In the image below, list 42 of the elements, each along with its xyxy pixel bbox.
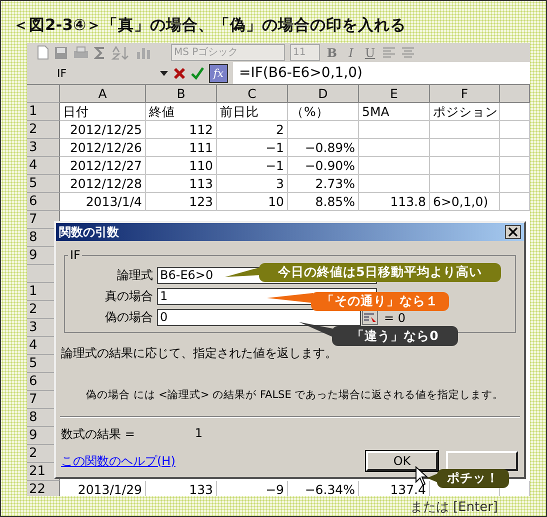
- table-cell: 111: [146, 139, 217, 157]
- table-cell: 2012/12/27: [60, 157, 146, 175]
- table-cell: 3: [217, 175, 288, 193]
- table-cell: −6.34%: [288, 481, 359, 496]
- table-cell: 2013/1/4: [60, 193, 146, 211]
- table-cell: −1: [217, 139, 288, 157]
- table-cell: 110: [146, 157, 217, 175]
- table-cell: 終値: [146, 103, 217, 121]
- field-result: = 0: [384, 310, 406, 324]
- table-cell: 5MA: [359, 103, 430, 121]
- table-cell: 2012/12/28: [60, 175, 146, 193]
- table-cell: 8.85%: [288, 193, 359, 211]
- table-cell: −0.89%: [288, 139, 359, 157]
- table-cell: 前日比: [217, 103, 288, 121]
- argument-description: 偽の場合 には <論理式> の結果が FALSE であった場合に返される値を指定します。: [86, 388, 505, 402]
- group-label: IF: [68, 248, 82, 262]
- table-cell: 日付: [60, 103, 146, 121]
- table-cell: 2013/1/29: [60, 481, 146, 496]
- function-description: 論理式の結果に応じて、指定された値を返します。: [61, 345, 338, 362]
- table-cell: 133: [146, 481, 217, 496]
- table-cell: 2.73%: [288, 175, 359, 193]
- field-label: 論理式: [116, 267, 154, 284]
- table-cell: 113: [146, 175, 217, 193]
- table-cell: ポジション: [430, 103, 500, 121]
- table-cell: 123: [146, 193, 217, 211]
- table-cell: 2012/12/25: [60, 121, 146, 139]
- table-cell: −9: [217, 481, 288, 496]
- table-cell: 112: [146, 121, 217, 139]
- field-label: 偽の場合: [104, 309, 154, 326]
- figure-title: ＜図2-3④＞「真」の場合、「偽」の場合の印を入れる: [12, 15, 408, 36]
- table-cell: −0.90%: [288, 157, 359, 175]
- table-cell: 2012/12/26: [60, 139, 146, 157]
- table-cell: （%）: [288, 103, 359, 121]
- table-cell: 10: [217, 193, 288, 211]
- table-cell: 6>0,1,0): [430, 193, 500, 211]
- result-value: 1: [194, 426, 203, 442]
- field-label: 真の場合: [104, 288, 154, 305]
- dialog-title: 関数の引数: [59, 224, 119, 240]
- result-label: 数式の結果 =: [61, 426, 135, 443]
- table-cell: 113.8: [359, 193, 430, 211]
- table-cell: −1: [217, 157, 288, 175]
- table-cell: 2: [217, 121, 288, 139]
